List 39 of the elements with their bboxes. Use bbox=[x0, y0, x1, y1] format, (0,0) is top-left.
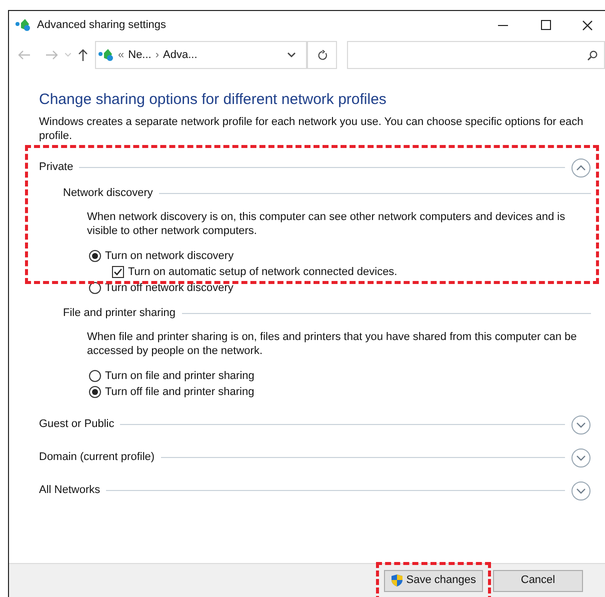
dropdown-caret-icon[interactable] bbox=[287, 52, 296, 58]
expand-icon[interactable] bbox=[571, 448, 591, 468]
address-bar[interactable]: « Ne... › Adva... bbox=[95, 41, 307, 69]
radio-button[interactable] bbox=[89, 386, 101, 398]
search-icon bbox=[587, 50, 598, 60]
section-title[interactable]: Guest or Public bbox=[39, 416, 114, 433]
section-title[interactable]: Domain (current profile) bbox=[39, 449, 155, 466]
refresh-button[interactable] bbox=[307, 41, 337, 69]
group-description: When file and printer sharing is on, files and printers that you have shared from this computer can be accessed by people on the network. bbox=[87, 330, 578, 358]
checkbox[interactable] bbox=[112, 266, 124, 278]
network-icon bbox=[98, 48, 114, 62]
search-field[interactable] bbox=[347, 41, 605, 69]
intro-text: Windows creates a separate network profile for each network you use. You can choose specific options for each profile. bbox=[39, 115, 584, 143]
cancel-button[interactable]: Cancel bbox=[493, 570, 583, 592]
shield-icon bbox=[391, 574, 404, 587]
radio-button[interactable] bbox=[89, 370, 101, 382]
collapse-icon[interactable] bbox=[571, 158, 591, 178]
radio-button[interactable] bbox=[89, 250, 101, 262]
page-heading: Change sharing options for different network profiles bbox=[39, 91, 388, 109]
save-button[interactable]: Save changes bbox=[384, 570, 483, 592]
up-arrow-icon[interactable] bbox=[77, 48, 89, 62]
radio-label: Turn on network discovery bbox=[105, 248, 234, 264]
checkbox-label: Turn on automatic setup of network connected devices. bbox=[128, 264, 398, 280]
refresh-icon bbox=[316, 50, 328, 60]
radio-label: Turn on file and printer sharing bbox=[105, 368, 254, 384]
group-title: Network discovery bbox=[63, 186, 153, 201]
breadcrumb-item[interactable]: Adva... bbox=[163, 46, 198, 64]
breadcrumb-item[interactable]: Ne... bbox=[128, 46, 152, 64]
expand-icon[interactable] bbox=[571, 480, 591, 500]
breadcrumb-separator: › bbox=[155, 48, 160, 63]
section-title[interactable]: All Networks bbox=[39, 482, 100, 499]
breadcrumb-overflow[interactable]: « bbox=[118, 46, 124, 64]
group-title: File and printer sharing bbox=[63, 306, 176, 321]
network-icon bbox=[15, 18, 31, 32]
radio-label: Turn off file and printer sharing bbox=[105, 384, 254, 400]
expand-icon[interactable] bbox=[571, 414, 591, 434]
group-description: When network discovery is on, this computer can see other network computers and devices and is visible to other network computers. bbox=[87, 210, 566, 238]
window-title: Advanced sharing settings bbox=[37, 18, 166, 33]
section-title[interactable]: Private bbox=[39, 159, 74, 176]
